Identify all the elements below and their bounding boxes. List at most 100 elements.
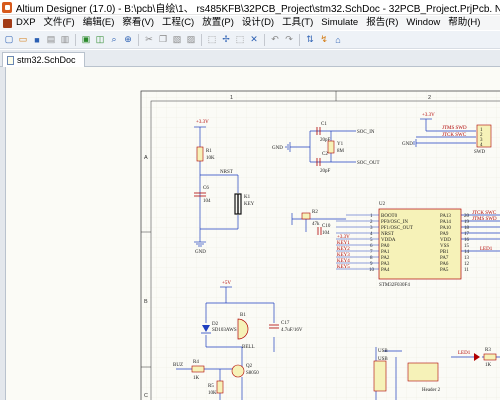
- mcu-pin-left-1: BOOT0: [381, 214, 398, 219]
- power-3v3-reset: +3.3V: [196, 120, 209, 125]
- dxp-icon[interactable]: [3, 18, 12, 28]
- menu-window[interactable]: Window: [402, 16, 444, 30]
- c6-ref: C6: [203, 186, 209, 191]
- resistor-r2[interactable]: [301, 212, 311, 220]
- header-2-connector[interactable]: [407, 362, 439, 382]
- tab-stm32-schdoc[interactable]: stm32.SchDoc: [2, 52, 85, 67]
- gnd-label-osc: GND: [272, 146, 283, 151]
- zone-col-1: 1: [230, 95, 233, 101]
- undo-icon[interactable]: ↶: [269, 34, 281, 46]
- zone-row-c: C: [144, 393, 148, 399]
- rubber-stamp-icon[interactable]: ▨: [185, 34, 197, 46]
- menu-edit[interactable]: 编辑(E): [79, 16, 119, 30]
- mcu-pin-left-8: PA2: [381, 256, 390, 261]
- gnd-label-swd: GND: [402, 142, 413, 147]
- r4-ref: R4: [193, 360, 199, 365]
- led-net-label: LED1: [458, 351, 471, 356]
- menu-dxp[interactable]: DXP: [12, 16, 40, 30]
- mcu-pin-left-5: VDDA: [381, 238, 396, 243]
- schematic-canvas[interactable]: 1 2 A B C +3.3V R1 10K NRST C6 104 K1 KE…: [6, 67, 500, 400]
- d2-ref: D2: [212, 322, 219, 327]
- c2-value: 20pF: [320, 169, 331, 174]
- document-tab-strip: stm32.SchDoc: [0, 50, 500, 67]
- save-icon[interactable]: ■: [31, 34, 43, 46]
- zoom-area-icon[interactable]: ⌕: [108, 34, 120, 46]
- c6-value: 104: [203, 199, 211, 204]
- mcu-pin-right-7: PB1: [440, 250, 449, 255]
- mcu-right-num-6: 15: [464, 244, 470, 249]
- print-icon[interactable]: ▤: [45, 34, 57, 46]
- browse-component-icon[interactable]: ⌂: [332, 34, 344, 46]
- menu-file[interactable]: 文件(F): [40, 16, 79, 30]
- fit-document-icon[interactable]: ◫: [94, 34, 106, 46]
- mcu-right-num-3: 18: [464, 226, 470, 231]
- r5-value: 10K: [208, 391, 217, 396]
- mcu-right-num-5: 16: [464, 238, 470, 243]
- b1-value: BELL: [242, 345, 255, 350]
- mcu-right-num-10: 11: [464, 268, 469, 273]
- y1-value: 8M: [337, 149, 345, 154]
- menu-bar: DXP 文件(F) 编辑(E) 察看(V) 工程(C) 放置(P) 设计(D) …: [0, 16, 500, 30]
- menu-help[interactable]: 帮助(H): [444, 16, 484, 30]
- k1-ref: K1: [244, 195, 251, 200]
- open-folder-icon[interactable]: ▭: [17, 34, 29, 46]
- zoom-selected-icon[interactable]: ⊕: [122, 34, 134, 46]
- resistor-r5[interactable]: [216, 380, 224, 394]
- resistor-r1[interactable]: [196, 146, 204, 162]
- cut-icon[interactable]: ✂: [143, 34, 155, 46]
- move-selection-icon[interactable]: ✢: [220, 34, 232, 46]
- mcu-right-num-1: 20: [464, 214, 470, 219]
- resistor-r3[interactable]: [483, 353, 497, 361]
- menu-design[interactable]: 设计(D): [238, 16, 278, 30]
- print-preview-icon[interactable]: ▥: [59, 34, 71, 46]
- hierarchy-icon[interactable]: ⇅: [304, 34, 316, 46]
- r1-ref: R1: [206, 149, 212, 154]
- menu-simulate[interactable]: Simulate: [317, 16, 362, 30]
- mcu-net-key4: KEY4: [337, 259, 350, 264]
- swd-net-jtms: JTMS SWD: [442, 126, 467, 131]
- mcu-pin-right-8: PA7: [440, 256, 449, 261]
- mcu-left-net-labels: +3.3V KEY1 KEY2 KEY3 KEY4 KEY5: [337, 235, 350, 270]
- usb-connector[interactable]: [373, 360, 387, 392]
- mcu-pin-left-7: PA1: [381, 250, 390, 255]
- menu-tools[interactable]: 工具(T): [278, 16, 317, 30]
- transistor-q2[interactable]: [231, 364, 245, 378]
- mcu-pin-right-1: PA13: [440, 214, 451, 219]
- redo-icon[interactable]: ↷: [283, 34, 295, 46]
- mcu-right-num-9: 12: [464, 262, 470, 267]
- mcu-pin-left-3: PF1/OSC_OUT: [381, 226, 413, 231]
- mcu-pin-left-9: PA3: [381, 262, 390, 267]
- open-project-icon[interactable]: ▣: [80, 34, 92, 46]
- paste-icon[interactable]: ▧: [171, 34, 183, 46]
- deselect-icon[interactable]: ⬚: [234, 34, 246, 46]
- mcu-pin-right-5: VDD: [440, 238, 451, 243]
- mcu-pin-right-3: PA10: [440, 226, 451, 231]
- schematic-drawing: 1 2 A B C +3.3V R1 10K NRST C6 104 K1 KE…: [6, 67, 500, 400]
- crystal-y1[interactable]: [327, 140, 335, 154]
- swd-net-jtck: JTCK SWC: [442, 133, 467, 138]
- resistor-r4[interactable]: [191, 365, 205, 373]
- mcu-net-key5: KEY5: [337, 265, 350, 270]
- mcu-pin-right-2: PA14: [440, 220, 451, 225]
- title-bar: Altium Designer (17.0) - B:\pcb\自绘\1、 rs…: [0, 0, 500, 15]
- d2-value: SD103AWS: [212, 328, 237, 333]
- cross-probe-icon[interactable]: ↯: [318, 34, 330, 46]
- menu-place[interactable]: 放置(P): [198, 16, 238, 30]
- c10-ref: C10: [322, 224, 331, 229]
- select-area-icon[interactable]: ⬚: [206, 34, 218, 46]
- q2-ref: Q2: [246, 364, 253, 369]
- mcu-net-vdda: +3.3V: [337, 235, 350, 240]
- mcu-pin-left-4: NRST: [381, 232, 394, 237]
- new-document-icon[interactable]: ▢: [3, 34, 15, 46]
- menu-view[interactable]: 察看(V): [118, 16, 158, 30]
- r4-value: 1K: [193, 376, 200, 381]
- menu-reports[interactable]: 报告(R): [362, 16, 402, 30]
- menu-project[interactable]: 工程(C): [158, 16, 198, 30]
- tab-label: stm32.SchDoc: [17, 55, 76, 65]
- schematic-doc-icon: [7, 55, 14, 65]
- q2-value: S8050: [246, 371, 259, 376]
- clear-filter-icon[interactable]: ✕: [248, 34, 260, 46]
- mcu-right-num-2: 19: [464, 220, 470, 225]
- copy-icon[interactable]: ❐: [157, 34, 169, 46]
- osc-in-net: SOC_IN: [357, 130, 375, 135]
